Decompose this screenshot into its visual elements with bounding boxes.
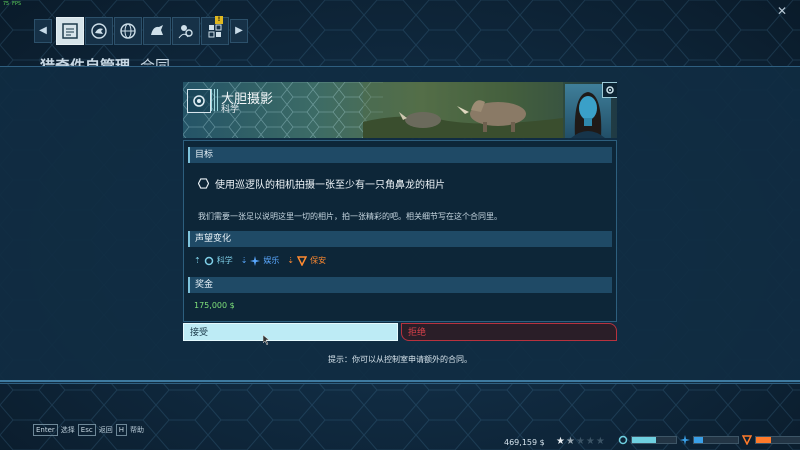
arrow-down-icon: ⇣ bbox=[240, 256, 248, 265]
mouse-cursor-icon bbox=[263, 335, 270, 345]
security-meter-fill bbox=[756, 437, 772, 443]
tab-contracts[interactable] bbox=[56, 17, 84, 45]
science-icon bbox=[618, 435, 628, 445]
hint-text: 提示：你可以从控制室申请额外的合同。 bbox=[328, 355, 472, 364]
star-half-icon: ★ bbox=[565, 436, 576, 447]
scientists-icon bbox=[178, 25, 193, 39]
alert-badge: ! bbox=[215, 16, 223, 24]
science-icon bbox=[204, 256, 213, 265]
background-heading-2: 合同 bbox=[140, 57, 171, 66]
reputation-security: ⇣ 保安 bbox=[287, 255, 326, 266]
entertainment-icon bbox=[680, 435, 690, 445]
security-meter bbox=[742, 435, 800, 445]
security-icon bbox=[742, 435, 752, 445]
reward-amount: 175,000 $ bbox=[194, 301, 235, 310]
park-rating: ★★★★★ bbox=[556, 436, 606, 447]
reward-header: 奖金 bbox=[188, 277, 612, 293]
tab-scientists[interactable] bbox=[172, 17, 200, 45]
decline-button[interactable]: 拒绝 bbox=[401, 323, 617, 341]
star-empty-icon: ★★★ bbox=[575, 436, 606, 447]
header-stripes bbox=[211, 89, 218, 111]
objective-text: 使用巡逻队的相机拍摄一张至少有一只角鼻龙的相片 bbox=[215, 180, 445, 191]
entertainment-icon bbox=[250, 255, 261, 266]
park-funds: 469,159 $ bbox=[504, 438, 545, 447]
entertainment-meter bbox=[680, 435, 739, 445]
reputation-changes: ⇡ 科学 ⇣ 娱乐 ⇣ 保安 bbox=[194, 255, 326, 266]
tab-dino-care[interactable] bbox=[143, 17, 171, 45]
reputation-entertainment: ⇣ 娱乐 bbox=[240, 255, 280, 266]
key-label: 帮助 bbox=[129, 426, 144, 434]
reputation-label: 娱乐 bbox=[263, 256, 280, 265]
security-icon bbox=[297, 255, 308, 266]
close-icon[interactable]: ✕ bbox=[775, 4, 789, 18]
contract-division: 科学 bbox=[221, 105, 240, 115]
entertainment-meter-fill bbox=[694, 437, 703, 443]
contract-dialog: 大胆摄影 科学 目标 使用巡逻队的相机拍摄一张至少有一只角鼻龙的相片 我们需要一… bbox=[183, 82, 617, 372]
globe-icon bbox=[120, 23, 136, 39]
dino-care-icon bbox=[151, 25, 163, 35]
objective-item: 使用巡逻队的相机拍摄一张至少有一只角鼻龙的相片 bbox=[198, 176, 445, 191]
bottom-status-bar: Enter 选择 Esc 返回 H 帮助 469,159 $ ★★★★★ bbox=[0, 412, 800, 450]
triceratops-image bbox=[363, 82, 563, 138]
nav-next-button[interactable]: ▶ bbox=[230, 19, 248, 43]
settings-icon[interactable] bbox=[602, 82, 617, 98]
top-navigation: 75 FPS ◀ ! ▶ ✕ bbox=[0, 0, 800, 46]
h-key: H bbox=[115, 424, 127, 436]
arrow-down-icon: ⇣ bbox=[287, 256, 295, 265]
hexagon-icon bbox=[198, 178, 209, 189]
science-division-icon bbox=[187, 89, 211, 113]
star-full-icon: ★ bbox=[556, 436, 566, 447]
reputation-header: 声望变化 bbox=[188, 231, 612, 247]
contract-body: 目标 使用巡逻队的相机拍摄一张至少有一只角鼻龙的相片 我们需要一张足以说明这里一… bbox=[183, 140, 617, 322]
accept-button[interactable]: 接受 bbox=[183, 323, 398, 341]
arrow-up-icon: ⇡ bbox=[194, 256, 201, 265]
science-meter-fill bbox=[632, 437, 657, 443]
enter-key: Enter bbox=[33, 424, 58, 436]
divider bbox=[0, 380, 800, 382]
fps-readout: 75 FPS bbox=[3, 1, 22, 7]
key-label: 选择 bbox=[60, 426, 75, 434]
reputation-science: ⇡ 科学 bbox=[194, 255, 233, 266]
contracts-icon bbox=[62, 23, 78, 39]
contract-header: 大胆摄影 科学 bbox=[183, 82, 617, 138]
key-label: 返回 bbox=[98, 426, 113, 434]
reputation-label: 科学 bbox=[216, 256, 233, 265]
objective-header: 目标 bbox=[188, 147, 612, 163]
research-icon bbox=[208, 24, 222, 38]
tab-globe[interactable] bbox=[114, 17, 142, 45]
tab-dinosaurs[interactable] bbox=[85, 17, 113, 45]
nav-prev-button[interactable]: ◀ bbox=[34, 19, 52, 43]
science-meter bbox=[618, 435, 677, 445]
esc-key: Esc bbox=[77, 424, 96, 436]
contract-description: 我们需要一张足以说明这里一切的相片，拍一张精彩的吧。相关细节写在这个合同里。 bbox=[198, 212, 502, 221]
reputation-label: 保安 bbox=[310, 256, 327, 265]
key-legend: Enter 选择 Esc 返回 H 帮助 bbox=[33, 424, 144, 436]
dinosaur-icon bbox=[91, 23, 107, 39]
